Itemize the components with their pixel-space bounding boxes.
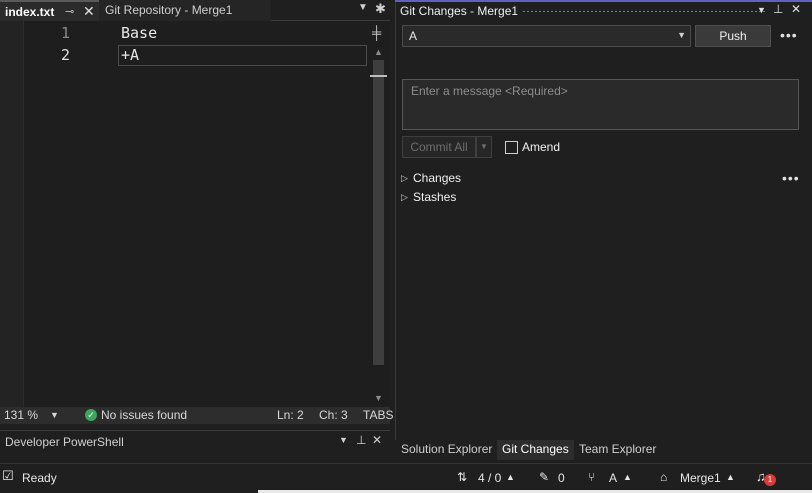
pin-icon[interactable]: ⊸ [65, 5, 74, 18]
status-ready: Ready [22, 471, 57, 485]
drag-grip[interactable] [522, 10, 767, 13]
tab-solution-explorer[interactable]: Solution Explorer [396, 440, 497, 460]
pin-icon[interactable]: ⊥ [773, 2, 783, 16]
more-actions-icon[interactable]: ••• [780, 27, 798, 43]
scrollbar-thumb[interactable] [373, 60, 384, 365]
code-line[interactable]: +A [121, 46, 139, 64]
branch-selector[interactable]: A ▼ [402, 25, 691, 47]
tree-item-stashes[interactable]: Stashes [413, 190, 456, 204]
git-changes-panel [395, 0, 812, 440]
commit-message-placeholder: Enter a message <Required> [411, 84, 568, 98]
gear-icon[interactable]: ✱ [375, 1, 386, 17]
line-indicator: Ln: 2 [277, 408, 304, 422]
close-icon[interactable]: ✕ [791, 2, 801, 16]
caret-position-marker [370, 75, 387, 77]
sync-arrows-icon[interactable]: ⇅ [457, 470, 467, 484]
branch-icon[interactable]: ⑂ [588, 470, 595, 484]
editor-margin [0, 21, 24, 407]
line-number: 1 [60, 24, 70, 42]
indent-mode[interactable]: TABS [363, 408, 393, 422]
pencil-icon[interactable]: ✎ [539, 470, 549, 484]
current-repository[interactable]: Merge1 [680, 471, 721, 485]
current-branch[interactable]: A [609, 471, 617, 485]
chevron-up-icon[interactable]: ▲ [726, 472, 735, 482]
tool-window-tabs: Solution Explorer Git Changes Team Explo… [395, 440, 812, 461]
tab-index-txt[interactable]: index.txt ⊸ ✕ [0, 0, 99, 21]
commit-message-input[interactable]: Enter a message <Required> [402, 79, 799, 130]
close-icon[interactable]: ✕ [372, 433, 382, 447]
push-pull-count[interactable]: 4 / 0 [478, 471, 501, 485]
expand-caret-icon[interactable]: ▷ [401, 192, 408, 203]
pin-icon[interactable]: ⊥ [356, 433, 366, 447]
zoom-dropdown-icon[interactable]: ▼ [50, 410, 59, 420]
ready-check-icon: ☑ [2, 468, 14, 483]
code-line[interactable]: Base [121, 24, 157, 42]
close-icon[interactable]: ✕ [83, 3, 95, 20]
tab-list-dropdown-icon[interactable]: ▼ [358, 2, 368, 13]
amend-label: Amend [522, 140, 561, 154]
column-indicator: Ch: 3 [319, 408, 348, 422]
repository-icon[interactable]: ⌂ [660, 470, 667, 484]
issues-status[interactable]: No issues found [101, 408, 187, 422]
scroll-up-icon[interactable]: ▲ [374, 47, 383, 57]
current-line-highlight [118, 45, 367, 66]
panel-title: Git Changes - Merge1 [400, 4, 519, 18]
notification-badge: 1 [764, 474, 776, 486]
chevron-up-icon[interactable]: ▲ [623, 472, 632, 482]
push-button[interactable]: Push [695, 25, 771, 47]
developer-powershell-panel: Developer PowerShell ▼ ⊥ ✕ [0, 430, 390, 460]
tab-git-repository[interactable]: Git Repository - Merge1 [99, 0, 271, 21]
zoom-level[interactable]: 131 % [4, 408, 38, 422]
split-editor-icon[interactable]: ╪ [372, 25, 381, 40]
line-number: 2 [60, 46, 70, 64]
commit-options-dropdown-icon[interactable]: ▼ [476, 136, 492, 158]
panel-title-bar: Git Changes - Merge1 ▼ ⊥ ✕ [395, 2, 812, 21]
pending-changes-count[interactable]: 0 [558, 471, 565, 485]
tab-label: index.txt [5, 5, 55, 19]
branch-selector-value: A [409, 29, 418, 43]
scroll-down-icon[interactable]: ▼ [374, 393, 383, 403]
window-menu-icon[interactable]: ▼ [339, 435, 348, 445]
chevron-up-icon[interactable]: ▲ [506, 472, 515, 482]
commit-all-button[interactable]: Commit All [402, 136, 476, 158]
tab-label: Git Repository - Merge1 [105, 3, 233, 17]
chevron-down-icon: ▼ [677, 30, 686, 40]
tab-git-changes[interactable]: Git Changes [497, 440, 574, 460]
panel-title: Developer PowerShell [5, 435, 124, 449]
tab-team-explorer[interactable]: Team Explorer [574, 440, 661, 460]
check-circle-icon: ✓ [85, 409, 97, 421]
editor-status-bar: 131 % ▼ ✓ No issues found Ln: 2 Ch: 3 TA… [0, 407, 393, 424]
window-menu-icon[interactable]: ▼ [757, 5, 766, 15]
changes-more-icon[interactable]: ••• [782, 170, 800, 186]
expand-caret-icon[interactable]: ▷ [401, 173, 408, 184]
text-editor[interactable] [0, 21, 390, 407]
tree-item-changes[interactable]: Changes [413, 171, 461, 185]
amend-checkbox[interactable] [505, 141, 518, 154]
